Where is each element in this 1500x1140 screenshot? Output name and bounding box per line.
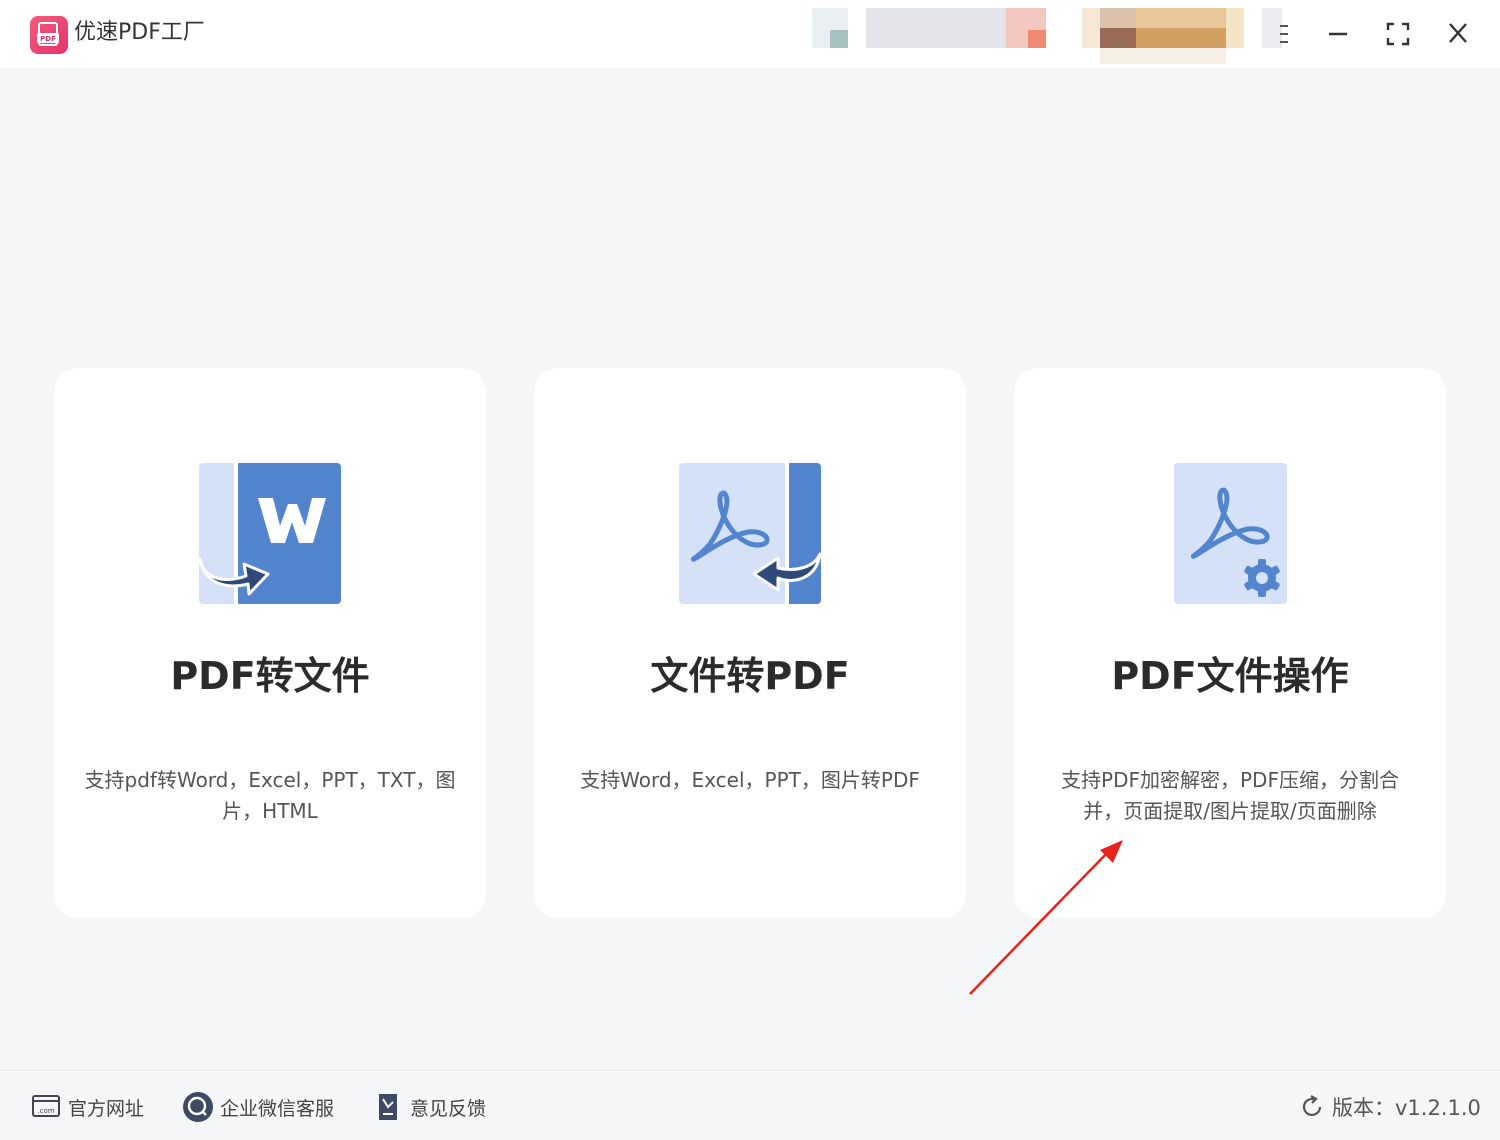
card-title: PDF转文件	[170, 654, 370, 698]
wechat-service-link[interactable]: 企业微信客服	[182, 1091, 334, 1123]
file-to-pdf-icon	[674, 460, 824, 610]
app-logo-icon: PDF	[30, 16, 68, 54]
app-title: 优速PDF工厂	[74, 20, 205, 45]
card-title: PDF文件操作	[1111, 654, 1349, 698]
menu-icon	[1280, 25, 1288, 43]
wechat-label: 企业微信客服	[220, 1097, 335, 1120]
pdf-to-word-icon	[194, 460, 344, 610]
website-icon: .com	[30, 1091, 62, 1123]
card-pdf-to-file[interactable]: PDF转文件 支持pdf转Word，Excel，PPT，TXT，图片，HTML	[54, 368, 486, 918]
card-file-to-pdf[interactable]: 文件转PDF 支持Word，Excel，PPT，图片转PDF	[534, 368, 966, 918]
menu-button[interactable]	[1266, 14, 1306, 54]
version-label: 版本：v1.2.1.0	[1332, 1096, 1481, 1120]
annotation-arrow	[960, 830, 1140, 1005]
website-label: 官方网址	[68, 1097, 145, 1120]
fullscreen-icon	[1386, 22, 1410, 46]
svg-text:.com: .com	[37, 1107, 54, 1115]
title-bar: PDF 优速PDF工厂	[0, 0, 1500, 68]
minimize-button[interactable]	[1318, 14, 1358, 54]
feedback-label: 意见反馈	[410, 1097, 487, 1120]
minimize-icon	[1329, 32, 1347, 36]
obscured-user-area	[812, 8, 1282, 64]
refresh-icon	[1296, 1091, 1328, 1123]
close-button[interactable]	[1438, 14, 1478, 54]
footer-bar: .com 官方网址 企业微信客服 意见反馈 版本：v1.2.1.0	[0, 1070, 1500, 1140]
wechat-icon	[182, 1091, 214, 1123]
card-title: 文件转PDF	[650, 654, 850, 698]
logo-text: PDF	[40, 35, 56, 43]
close-icon	[1449, 23, 1467, 43]
card-description: 支持PDF加密解密，PDF压缩，分割合并，页面提取/图片提取/页面删除	[1061, 768, 1399, 823]
feedback-link[interactable]: 意见反馈	[372, 1091, 486, 1123]
maximize-button[interactable]	[1378, 14, 1418, 54]
version-info[interactable]: 版本：v1.2.1.0	[1296, 1091, 1481, 1123]
website-link[interactable]: .com 官方网址	[30, 1091, 144, 1123]
card-description: 支持pdf转Word，Excel，PPT，TXT，图片，HTML	[84, 768, 456, 823]
feedback-icon	[372, 1091, 404, 1123]
pdf-operations-icon	[1154, 460, 1304, 610]
card-description: 支持Word，Excel，PPT，图片转PDF	[580, 768, 920, 792]
